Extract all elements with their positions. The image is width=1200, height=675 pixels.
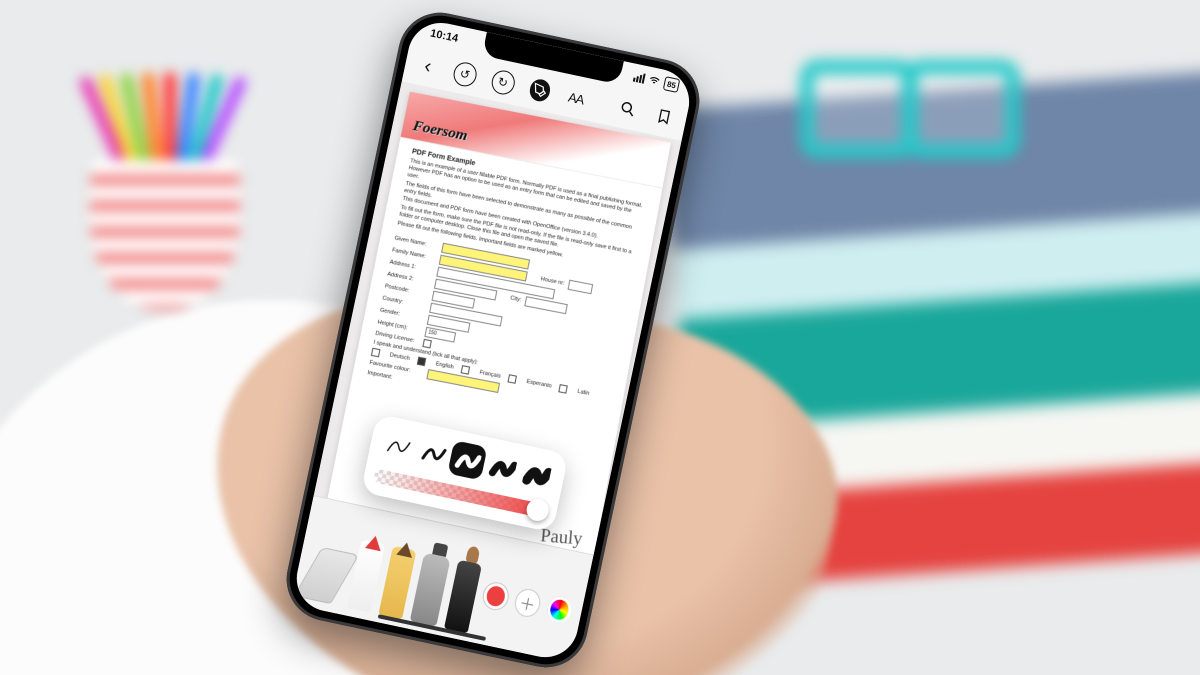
search-button[interactable] bbox=[615, 96, 640, 122]
stroke-thin[interactable] bbox=[378, 425, 418, 465]
stroke-heavy[interactable] bbox=[482, 448, 522, 488]
bookmark-button[interactable] bbox=[651, 104, 676, 130]
check-driving[interactable] bbox=[422, 339, 432, 349]
pen-tool[interactable] bbox=[348, 539, 386, 612]
label-house: House nr: bbox=[540, 276, 565, 287]
pencil-tool[interactable] bbox=[379, 546, 417, 619]
logo-text: Foersom bbox=[411, 118, 468, 145]
color-picker-button[interactable] bbox=[545, 595, 574, 625]
stroke-bold[interactable] bbox=[517, 455, 557, 495]
check-esperanto[interactable] bbox=[508, 374, 518, 384]
bg-pen-cup bbox=[80, 90, 250, 300]
label-latin: Latin bbox=[577, 389, 590, 397]
brush-tool[interactable] bbox=[444, 560, 482, 633]
back-button[interactable]: ‹ bbox=[415, 54, 440, 80]
signal-icon bbox=[633, 72, 646, 84]
stroke-medium[interactable] bbox=[447, 440, 487, 480]
redo-button[interactable]: ↻ bbox=[489, 68, 516, 96]
label-city: City: bbox=[510, 295, 522, 303]
check-deutsch[interactable] bbox=[371, 348, 381, 358]
label-deutsch: Deutsch bbox=[389, 352, 410, 362]
check-latin[interactable] bbox=[559, 384, 569, 394]
highlighter-tool[interactable] bbox=[410, 552, 451, 626]
label-english: English bbox=[435, 361, 454, 371]
check-english[interactable] bbox=[417, 357, 427, 367]
opacity-knob[interactable] bbox=[525, 497, 551, 523]
battery-indicator: 85 bbox=[663, 76, 680, 93]
undo-button[interactable]: ↺ bbox=[451, 60, 478, 88]
status-time: 10:14 bbox=[429, 27, 459, 45]
wifi-icon bbox=[647, 74, 661, 88]
bg-sunglasses bbox=[800, 60, 1020, 150]
text-size-button[interactable]: AA bbox=[564, 85, 589, 111]
add-tool-button[interactable]: ＋ bbox=[512, 587, 543, 620]
markup-button[interactable] bbox=[527, 77, 552, 103]
label-francais: Français bbox=[479, 370, 501, 380]
photo-scene: 10:14 85 ‹ ↺ ↻ AA bbox=[0, 0, 1200, 675]
stroke-light[interactable] bbox=[413, 433, 453, 473]
check-francais[interactable] bbox=[461, 365, 471, 375]
selected-color-swatch[interactable] bbox=[481, 581, 510, 611]
